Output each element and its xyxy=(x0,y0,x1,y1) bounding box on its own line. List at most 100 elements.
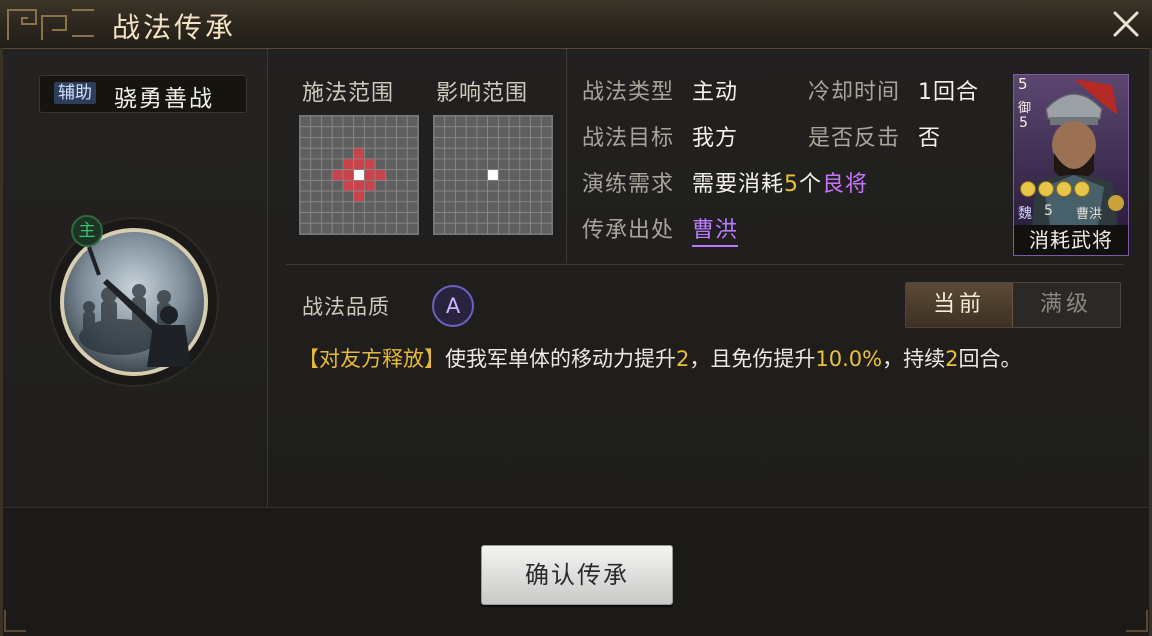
cast-range-cell xyxy=(374,179,387,192)
effect-range-cell xyxy=(540,126,552,138)
desc-move-value: 2 xyxy=(676,347,690,371)
cooldown-value: 1回合 xyxy=(918,80,980,105)
cast-range-cell xyxy=(396,126,408,138)
cast-range-cell xyxy=(300,158,312,171)
cast-range-cell xyxy=(406,212,418,224)
corner-ornament xyxy=(4,610,26,632)
effect-range-cell xyxy=(434,137,446,149)
skill-emblem-icon xyxy=(49,217,219,387)
effect-range-cell xyxy=(497,190,510,203)
effect-range-cell xyxy=(497,116,510,128)
cast-range-cell xyxy=(321,147,333,160)
source-general-link[interactable]: 曹洪 xyxy=(692,218,739,247)
effect-range-cell xyxy=(476,222,489,234)
requirement-label: 演练需求 xyxy=(582,172,675,197)
desc-part3: ，持续 xyxy=(882,347,946,371)
cast-range-label: 施法范围 xyxy=(302,81,395,106)
effect-range-cell xyxy=(497,169,510,181)
effect-range-cell xyxy=(455,179,467,192)
general-card[interactable]: 5 御 5 魏 5 曹洪 消耗武将 xyxy=(1013,74,1129,256)
tab-current[interactable]: 当前 xyxy=(906,283,1013,327)
cast-range-cell xyxy=(342,169,355,181)
cast-range-cell xyxy=(331,158,344,171)
effect-range-cell xyxy=(519,212,531,224)
cast-range-cell xyxy=(353,222,365,234)
cast-range-cell xyxy=(363,212,376,224)
cast-range-cell xyxy=(385,179,397,192)
cast-range-cell xyxy=(321,169,333,181)
effect-range-cell xyxy=(487,147,499,160)
star-icon xyxy=(1056,181,1072,197)
skill-type-row: 战法类型 主动 xyxy=(582,74,738,106)
cast-range-cell xyxy=(385,201,397,213)
effect-range-cell xyxy=(465,169,478,181)
cast-range-cell xyxy=(406,126,418,138)
cast-range-cell xyxy=(331,137,344,149)
effect-range-cell xyxy=(487,179,499,192)
cast-range-cell xyxy=(310,137,322,149)
cast-range-cell xyxy=(342,137,355,149)
effect-range-cell xyxy=(487,158,499,171)
close-icon[interactable] xyxy=(1110,8,1142,40)
effect-range-cell xyxy=(455,169,467,181)
requirement-count: 5 xyxy=(784,172,800,197)
cast-range-cell xyxy=(406,201,418,213)
cast-range-cell xyxy=(396,116,408,128)
effect-range-cell xyxy=(497,222,510,234)
confirm-inherit-button[interactable]: 确认传承 xyxy=(481,545,673,605)
effect-range-cell xyxy=(444,212,456,224)
cooldown-label: 冷却时间 xyxy=(808,80,901,105)
cast-range-cell xyxy=(321,137,333,149)
skill-target-row: 战法目标 我方 xyxy=(582,120,738,152)
general-card-footer: 消耗武将 xyxy=(1014,225,1128,255)
cast-range-cell xyxy=(374,169,387,181)
cast-range-cell xyxy=(331,222,344,234)
effect-range-cell xyxy=(508,158,521,171)
cast-range-cell xyxy=(385,147,397,160)
cast-range-cell xyxy=(300,222,312,234)
cast-range-cell xyxy=(396,147,408,160)
cast-range-cell xyxy=(374,201,387,213)
cast-range-cell xyxy=(331,147,344,160)
cast-range-cell xyxy=(300,169,312,181)
effect-range-cell xyxy=(540,201,552,213)
effect-range-cell xyxy=(455,222,467,234)
skill-target-value: 我方 xyxy=(692,126,739,151)
cast-range-cell xyxy=(300,137,312,149)
effect-range-cell xyxy=(444,222,456,234)
window-title: 战法传承 xyxy=(112,11,237,44)
cast-range-cell xyxy=(321,212,333,224)
effect-range-cell xyxy=(497,147,510,160)
effect-range-cell xyxy=(434,116,446,128)
effect-range-cell xyxy=(508,212,521,224)
tab-max-level[interactable]: 满级 xyxy=(1013,283,1119,327)
effect-range-cell xyxy=(476,147,489,160)
effect-range-cell xyxy=(508,190,521,203)
cast-range-cell xyxy=(396,158,408,171)
cast-range-cell xyxy=(385,190,397,203)
cast-range-cell xyxy=(406,137,418,149)
cast-range-cell xyxy=(406,158,418,171)
cast-range-cell xyxy=(300,201,312,213)
cast-range-cell xyxy=(385,116,397,128)
effect-range-cell xyxy=(530,190,542,203)
skill-type-value: 主动 xyxy=(692,80,739,105)
effect-range-cell xyxy=(497,201,510,213)
cast-range-cell xyxy=(353,169,365,181)
effect-range-cell xyxy=(444,126,456,138)
effect-range-cell xyxy=(465,116,478,128)
effect-range-cell xyxy=(530,212,542,224)
effect-range-cell xyxy=(508,201,521,213)
cast-range-cell xyxy=(342,190,355,203)
effect-range-cell xyxy=(434,222,446,234)
cast-range-cell xyxy=(385,222,397,234)
effect-range-cell xyxy=(487,190,499,203)
effect-range-cell xyxy=(476,116,489,128)
cast-range-cell xyxy=(321,222,333,234)
cast-range-cell xyxy=(363,116,376,128)
desc-part2: ，且免伤提升 xyxy=(689,347,816,371)
effect-range-cell xyxy=(508,222,521,234)
effect-range-cell xyxy=(508,179,521,192)
effect-range-cell xyxy=(465,222,478,234)
effect-range-cell xyxy=(444,137,456,149)
